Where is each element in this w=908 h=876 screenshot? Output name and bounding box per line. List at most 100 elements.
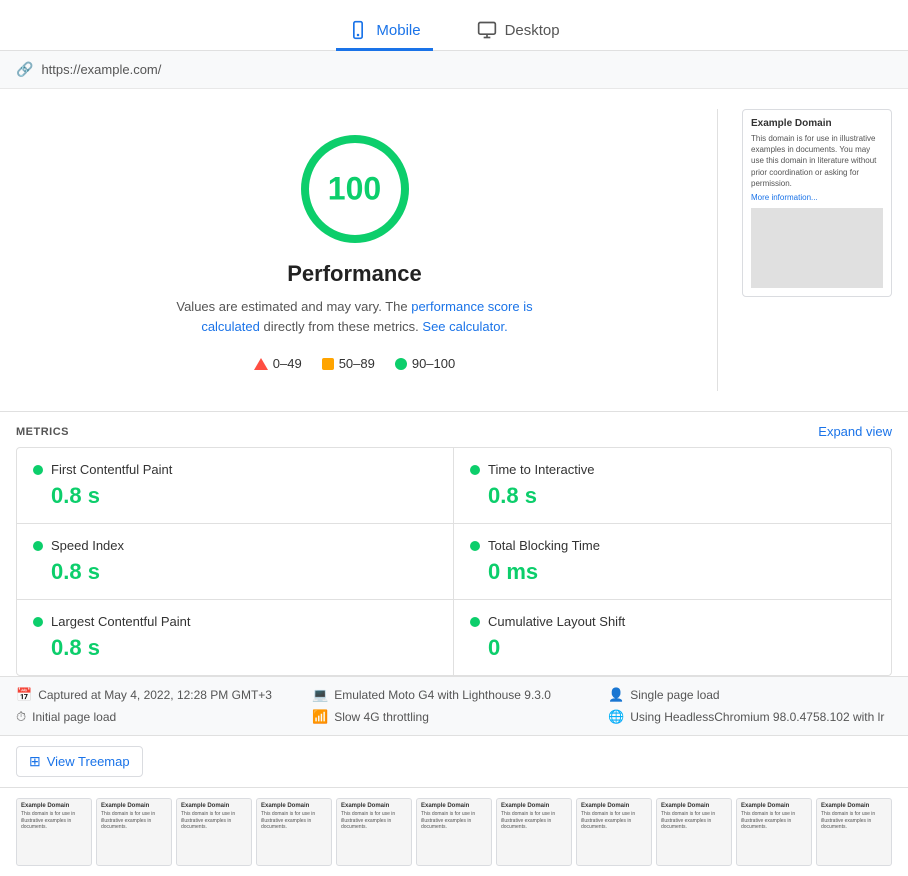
info-single-page: 👤 Single page load [608, 687, 892, 703]
capture-time-text: Captured at May 4, 2022, 12:28 PM GMT+3 [38, 688, 272, 702]
metrics-section: METRICS Expand view First Contentful Pai… [0, 411, 908, 676]
thumbnail-title: Example Domain [181, 803, 247, 809]
metric-lcp-name: Largest Contentful Paint [51, 614, 190, 629]
thumbnail-text: This domain is for use in illustrative e… [21, 811, 87, 831]
calculator-link[interactable]: See calculator. [422, 319, 507, 334]
filmstrip: Example Domain This domain is for use in … [0, 788, 908, 876]
throttling-text: Slow 4G throttling [334, 710, 429, 724]
preview-link: More information... [751, 193, 883, 202]
thumbnail-text: This domain is for use in illustrative e… [421, 811, 487, 831]
device-icon: 💻 [312, 687, 328, 703]
metric-tbt-dot [470, 541, 480, 551]
timer-icon: ⏱ [16, 709, 26, 725]
filmstrip-thumbnail: Example Domain This domain is for use in … [416, 798, 492, 866]
metric-cls-value: 0 [488, 635, 875, 661]
url-text: https://example.com/ [41, 62, 161, 77]
metric-fcp-name: First Contentful Paint [51, 462, 172, 477]
score-legend: 0–49 50–89 90–100 [254, 356, 455, 371]
metric-cls-dot [470, 617, 480, 627]
metric-tbt-value: 0 ms [488, 559, 875, 585]
treemap-label: View Treemap [47, 754, 130, 769]
metric-tti: Time to Interactive 0.8 s [454, 448, 891, 524]
tab-desktop[interactable]: Desktop [465, 12, 572, 51]
legend-triangle-icon [254, 358, 268, 370]
metrics-grid: First Contentful Paint 0.8 s Time to Int… [16, 447, 892, 676]
filmstrip-thumbnail: Example DomainThis domain is for use in … [736, 798, 812, 866]
browser-text: Using HeadlessChromium 98.0.4758.102 wit… [630, 710, 884, 724]
filmstrip-thumbnail: Example Domain This domain is for use in … [256, 798, 332, 866]
globe-icon: 🌐 [608, 709, 624, 725]
metrics-label: METRICS [16, 426, 69, 438]
thumbnail-title: Example Domain [581, 803, 647, 809]
info-capture-time: 📅 Captured at May 4, 2022, 12:28 PM GMT+… [16, 687, 300, 703]
thumbnail-text: This domain is for use in illustrative e… [501, 811, 567, 831]
calendar-icon: 📅 [16, 687, 32, 703]
tab-desktop-label: Desktop [505, 22, 560, 39]
filmstrip-thumbnail: Example Domain This domain is for use in … [176, 798, 252, 866]
metric-cls-name: Cumulative Layout Shift [488, 614, 625, 629]
metric-si-value: 0.8 s [51, 559, 437, 585]
metric-tbt-name: Total Blocking Time [488, 538, 600, 553]
legend-orange: 50–89 [322, 356, 375, 371]
metric-si-dot [33, 541, 43, 551]
thumbnail-text: This domain is for use in illustrative e… [341, 811, 407, 831]
metric-fcp-value: 0.8 s [51, 483, 437, 509]
preview-frame: Example Domain This domain is for use in… [742, 109, 892, 297]
filmstrip-thumbnail: Example Domain This domain is for use in … [96, 798, 172, 866]
thumbnail-text: This domain is for use in illustrative e… [661, 811, 727, 831]
metric-si-name: Speed Index [51, 538, 124, 553]
metric-lcp-header: Largest Contentful Paint [33, 614, 437, 629]
treemap-section: ⊞ View Treemap [0, 736, 908, 788]
tab-bar: Mobile Desktop [0, 0, 908, 51]
thumbnail-text: This domain is for use in illustrative e… [581, 811, 647, 831]
metric-si: Speed Index 0.8 s [17, 524, 454, 600]
treemap-button[interactable]: ⊞ View Treemap [16, 746, 143, 777]
link-icon: 🔗 [16, 61, 33, 78]
thumbnail-title: Example Domain [261, 803, 327, 809]
thumbnail-text: This domain is for use in illustrative e… [181, 811, 247, 831]
metric-cls-header: Cumulative Layout Shift [470, 614, 875, 629]
score-circle: 100 [295, 129, 415, 249]
metric-fcp-header: First Contentful Paint [33, 462, 437, 477]
filmstrip-thumbnail: Example Domain This domain is for use in … [16, 798, 92, 866]
single-page-text: Single page load [630, 688, 719, 702]
metrics-header: METRICS Expand view [16, 412, 892, 447]
metric-lcp-dot [33, 617, 43, 627]
thumbnail-title: Example Domain [21, 803, 87, 809]
filmstrip-thumbnail: Example DomainThis domain is for use in … [816, 798, 892, 866]
tab-mobile[interactable]: Mobile [336, 12, 432, 51]
section-divider [717, 109, 718, 391]
legend-dot-icon [395, 358, 407, 370]
thumbnail-title: Example Domain [661, 803, 727, 809]
metric-tti-value: 0.8 s [488, 483, 875, 509]
expand-view-link[interactable]: Expand view [818, 424, 892, 439]
user-icon: 👤 [608, 687, 624, 703]
performance-title: Performance [287, 261, 422, 287]
info-initial-load: ⏱ Initial page load [16, 709, 300, 725]
tab-mobile-label: Mobile [376, 22, 420, 39]
score-value: 100 [328, 171, 381, 208]
metric-tbt-header: Total Blocking Time [470, 538, 875, 553]
metric-fcp: First Contentful Paint 0.8 s [17, 448, 454, 524]
info-throttling: 📶 Slow 4G throttling [312, 709, 596, 725]
metric-si-header: Speed Index [33, 538, 437, 553]
score-section: 100 Performance Values are estimated and… [16, 109, 693, 391]
metric-fcp-dot [33, 465, 43, 475]
legend-square-icon [322, 358, 334, 370]
thumbnail-text: This domain is for use in illustrative e… [261, 811, 327, 831]
metric-cls: Cumulative Layout Shift 0 [454, 600, 891, 675]
thumbnail-title: Example Domain [101, 803, 167, 809]
filmstrip-thumbnail: Example Domain This domain is for use in … [656, 798, 732, 866]
preview-section: Example Domain This domain is for use in… [742, 109, 892, 391]
filmstrip-thumbnail: Example DomainThis domain is for use in … [496, 798, 572, 866]
metric-tti-header: Time to Interactive [470, 462, 875, 477]
info-browser: 🌐 Using HeadlessChromium 98.0.4758.102 w… [608, 709, 892, 725]
thumbnail-title: Example Domain [821, 803, 887, 809]
subtitle-text-mid: directly from these metrics. [260, 319, 423, 334]
legend-red: 0–49 [254, 356, 302, 371]
main-content: 100 Performance Values are estimated and… [0, 89, 908, 411]
emulated-device-text: Emulated Moto G4 with Lighthouse 9.3.0 [334, 688, 551, 702]
treemap-icon: ⊞ [29, 753, 41, 770]
thumbnail-title: Example Domain [421, 803, 487, 809]
thumbnail-text: This domain is for use in illustrative e… [101, 811, 167, 831]
